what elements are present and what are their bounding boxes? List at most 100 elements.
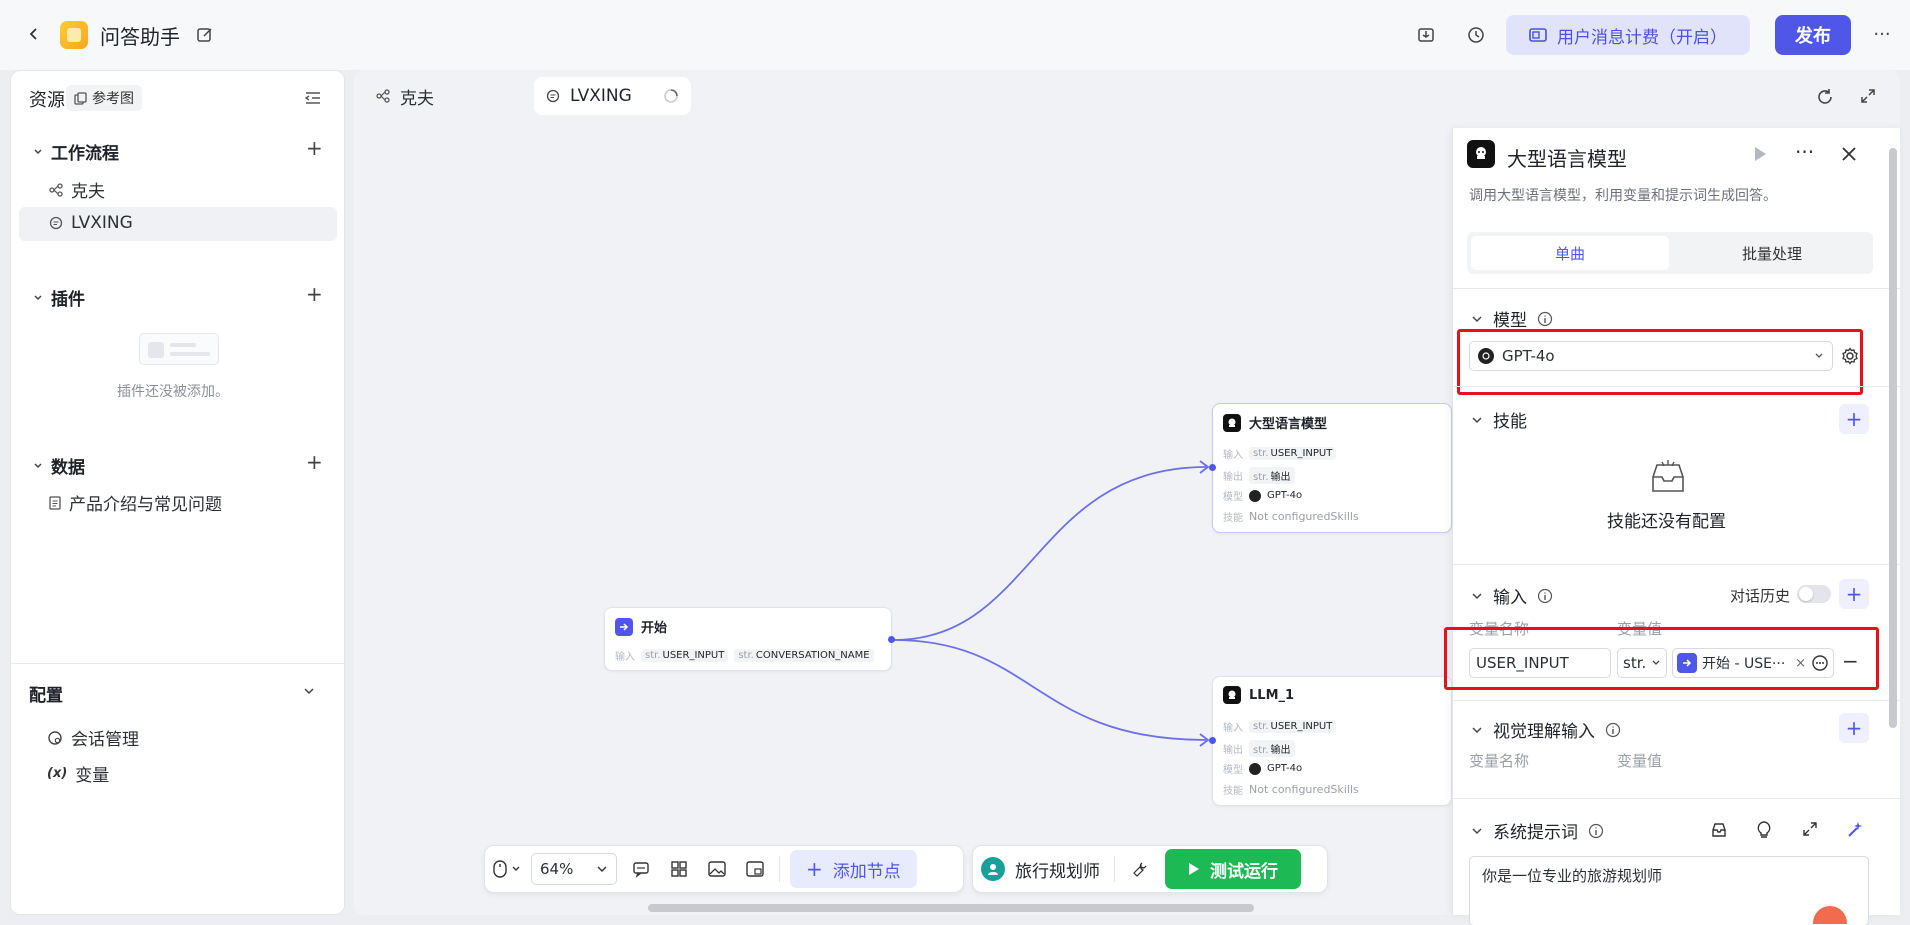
ai-sparkle-icon[interactable] [1846, 821, 1864, 839]
add-input-button[interactable]: + [1839, 579, 1869, 609]
empty-plugins-illustration [139, 333, 219, 365]
data-section-header[interactable]: 数据 [33, 453, 85, 478]
wrench-icon[interactable] [1125, 854, 1155, 884]
divider [1453, 798, 1900, 799]
start-node[interactable]: 开始 输入 str. USER_INPUT str. CONVERSATION_NA… [604, 607, 895, 671]
chevron-down-icon [1472, 592, 1482, 599]
chevron-down-icon [1472, 315, 1482, 322]
tab-single[interactable]: 单曲 [1471, 236, 1669, 270]
node-title: 大型语言模型 [1249, 417, 1328, 432]
tab-batch[interactable]: 批量处理 [1673, 236, 1871, 270]
system-prompt-section-header[interactable]: 系统提示词 [1471, 818, 1604, 843]
mode-tabs: 单曲 批量处理 [1467, 232, 1873, 274]
divider [1453, 288, 1900, 289]
llm-config-panel: 大型语言模型 ··· 调用大型语言模型，利用变量和提示词生成回答。 单曲 批量处… [1444, 128, 1900, 925]
llm-node[interactable]: 大型语言模型 输入 str. USER_INPUT 输出 str. 输出 模型 GPT-… [1209, 403, 1452, 533]
node-model-value: GPT-4o [1267, 490, 1303, 501]
vision-section-header[interactable]: 视觉理解输入 [1471, 717, 1621, 742]
mouse-mode-icon[interactable] [493, 860, 521, 878]
llm-icon [1467, 140, 1495, 168]
prompt-library-icon[interactable] [1710, 821, 1728, 839]
sidebar-item-conversation[interactable]: 会话管理 [47, 725, 139, 750]
copy-icon [74, 91, 87, 105]
model-section-header[interactable]: 模型 [1471, 306, 1553, 331]
horizontal-scrollbar[interactable] [648, 904, 1254, 912]
test-run-button[interactable]: 测试运行 [1165, 849, 1301, 889]
plugins-title: 插件 [51, 290, 85, 310]
history-icon[interactable] [1466, 25, 1486, 45]
layout-icon[interactable] [665, 855, 693, 883]
input-handle[interactable] [1209, 737, 1216, 744]
expand-editor-icon[interactable] [1802, 821, 1818, 837]
sidebar-item-label: 产品介绍与常见问题 [69, 495, 222, 515]
node-output-pill: 输出 [1270, 472, 1291, 483]
skills-section-header[interactable]: 技能 [1471, 407, 1527, 432]
sidebar-item-kefu[interactable]: 克夫 [49, 177, 105, 202]
config-chevron-down-icon[interactable] [303, 685, 315, 697]
add-skill-button[interactable]: + [1839, 404, 1869, 434]
vision-col-value-label: 变量值 [1617, 752, 1663, 770]
reference-button[interactable]: 参考图 [66, 85, 142, 111]
publish-button[interactable]: 发布 [1775, 15, 1851, 55]
input-handle[interactable] [1209, 464, 1216, 471]
input-section-header[interactable]: 输入 [1471, 583, 1553, 608]
node-title: LLM_1 [1249, 687, 1295, 703]
zoom-select[interactable]: 64% [531, 853, 617, 885]
output-handle[interactable] [888, 636, 895, 643]
sidebar-item-lvxing[interactable]: LVXING [49, 213, 133, 233]
panel-description: 调用大型语言模型，利用变量和提示词生成回答。 [1469, 188, 1777, 204]
chevron-down-icon [1472, 827, 1482, 834]
close-icon[interactable] [1841, 146, 1857, 162]
chat-icon [49, 216, 63, 230]
system-prompt-editor[interactable]: 你是一位专业的旅游规划师 [1469, 856, 1869, 925]
vertical-scrollbar[interactable] [1889, 148, 1897, 728]
chevron-down-icon [597, 866, 607, 872]
node-skills-value: Not configuredSkills [1249, 783, 1359, 796]
chevron-down-icon [34, 462, 42, 468]
agent-avatar [981, 857, 1005, 881]
add-plugin-icon[interactable]: + [306, 282, 323, 306]
more-icon[interactable]: ··· [1870, 24, 1894, 45]
play-icon [1189, 863, 1199, 875]
data-title: 数据 [51, 458, 85, 478]
add-workflow-icon[interactable]: + [306, 136, 323, 160]
billing-toggle-button[interactable]: 用户消息计费（开启） [1506, 15, 1750, 55]
plugins-section-header[interactable]: 插件 [33, 285, 85, 310]
document-icon [49, 495, 61, 510]
agent-name[interactable]: 旅行规划师 [1015, 857, 1100, 882]
collapse-sidebar-icon[interactable] [303, 89, 323, 107]
back-icon[interactable] [24, 24, 44, 44]
system-prompt-title: 系统提示词 [1493, 823, 1578, 843]
lightbulb-icon[interactable] [1757, 821, 1771, 839]
plus-icon: + [806, 857, 823, 881]
add-node-label: 添加节点 [832, 861, 901, 882]
sidebar-item-product-faq[interactable]: 产品介绍与常见问题 [49, 490, 222, 515]
chevron-down-icon [34, 294, 42, 300]
info-icon [1537, 311, 1553, 326]
vision-section-title: 视觉理解输入 [1493, 722, 1595, 742]
workflow-icon [49, 182, 63, 197]
workflow-title: 工作流程 [51, 144, 119, 164]
minimap-icon[interactable] [741, 855, 769, 883]
archive-icon[interactable] [1416, 25, 1436, 45]
llm-1-node[interactable]: LLM_1 输入 str. USER_INPUT 输出 str. 输出 模型 GPT-4… [1209, 676, 1452, 806]
sidebar-item-variables[interactable]: (x) 变量 [47, 761, 109, 786]
edit-icon[interactable] [194, 24, 216, 46]
add-data-icon[interactable]: + [306, 450, 323, 474]
add-node-button[interactable]: + 添加节点 [790, 850, 917, 888]
chevron-down-icon [1472, 416, 1482, 423]
openai-icon [1249, 762, 1261, 775]
add-vision-input-button[interactable]: + [1839, 713, 1869, 743]
workflow-section-header[interactable]: 工作流程 [33, 139, 119, 164]
chat-history-toggle[interactable] [1797, 585, 1831, 603]
canvas-toolbar: 64% + 添加节点 [484, 845, 964, 893]
node-model-value: GPT-4o [1267, 763, 1303, 774]
run-node-icon[interactable] [1753, 146, 1767, 162]
billing-icon [1529, 28, 1547, 42]
node-skills-value: Not configuredSkills [1249, 510, 1359, 523]
empty-box-icon [1649, 459, 1687, 495]
panel-more-icon[interactable]: ··· [1795, 140, 1814, 164]
image-icon[interactable] [703, 855, 731, 883]
comment-icon[interactable] [627, 855, 655, 883]
skills-section-title: 技能 [1493, 412, 1527, 432]
